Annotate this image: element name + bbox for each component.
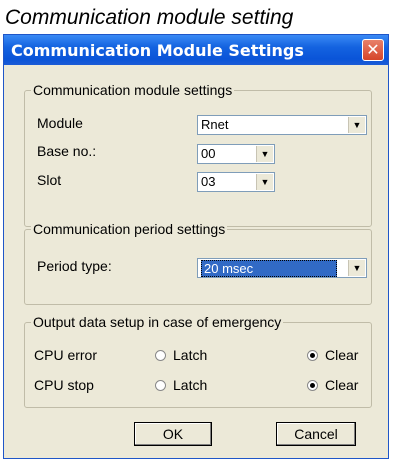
module-settings-group: Communication module settings Module Rne… bbox=[24, 82, 372, 227]
chevron-down-icon[interactable]: ▼ bbox=[256, 146, 273, 162]
latch-label: Latch bbox=[173, 377, 208, 393]
chevron-down-icon[interactable]: ▼ bbox=[348, 260, 365, 276]
radio-off-icon bbox=[155, 380, 166, 391]
period-settings-legend: Communication period settings bbox=[31, 221, 228, 237]
module-label: Module bbox=[37, 115, 83, 131]
cpu-stop-clear-radio[interactable]: Clear bbox=[307, 377, 358, 393]
title-bar: Communication Module Settings ✕ bbox=[4, 35, 388, 65]
cpu-stop-label: CPU stop bbox=[34, 377, 94, 393]
base-label: Base no.: bbox=[37, 143, 97, 159]
cpu-stop-latch-radio[interactable]: Latch bbox=[155, 377, 207, 393]
settings-dialog: Communication Module Settings ✕ Communic… bbox=[3, 34, 389, 459]
cpu-error-clear-radio[interactable]: Clear bbox=[307, 347, 358, 363]
module-select[interactable]: Rnet ▼ bbox=[197, 115, 367, 135]
latch-label: Latch bbox=[173, 347, 208, 363]
cancel-button[interactable]: Cancel bbox=[276, 422, 356, 446]
radio-off-icon bbox=[155, 350, 166, 361]
module-value: Rnet bbox=[201, 117, 229, 132]
dialog-title: Communication Module Settings bbox=[11, 41, 304, 60]
emergency-legend: Output data setup in case of emergency bbox=[31, 314, 284, 330]
clear-label: Clear bbox=[325, 347, 359, 363]
cpu-error-latch-radio[interactable]: Latch bbox=[155, 347, 207, 363]
chevron-down-icon[interactable]: ▼ bbox=[348, 117, 365, 133]
ok-button[interactable]: OK bbox=[134, 422, 212, 446]
slot-select[interactable]: 03 ▼ bbox=[197, 172, 275, 192]
page-caption: Communication module setting bbox=[5, 6, 294, 29]
radio-on-icon bbox=[307, 350, 318, 361]
period-type-select[interactable]: 20 msec ▼ bbox=[197, 258, 367, 278]
period-type-label: Period type: bbox=[37, 258, 112, 274]
clear-label: Clear bbox=[325, 377, 359, 393]
slot-value: 03 bbox=[201, 174, 216, 189]
close-icon[interactable]: ✕ bbox=[362, 39, 384, 61]
period-settings-group: Communication period settings Period typ… bbox=[24, 221, 372, 305]
chevron-down-icon[interactable]: ▼ bbox=[256, 174, 273, 190]
emergency-group: Output data setup in case of emergency C… bbox=[24, 314, 372, 408]
slot-label: Slot bbox=[37, 172, 62, 188]
cpu-error-label: CPU error bbox=[34, 347, 98, 363]
base-select[interactable]: 00 ▼ bbox=[197, 144, 275, 164]
period-type-value: 20 msec bbox=[201, 260, 337, 277]
radio-on-icon bbox=[307, 380, 318, 391]
base-value: 00 bbox=[201, 146, 216, 161]
module-settings-legend: Communication module settings bbox=[31, 82, 235, 98]
